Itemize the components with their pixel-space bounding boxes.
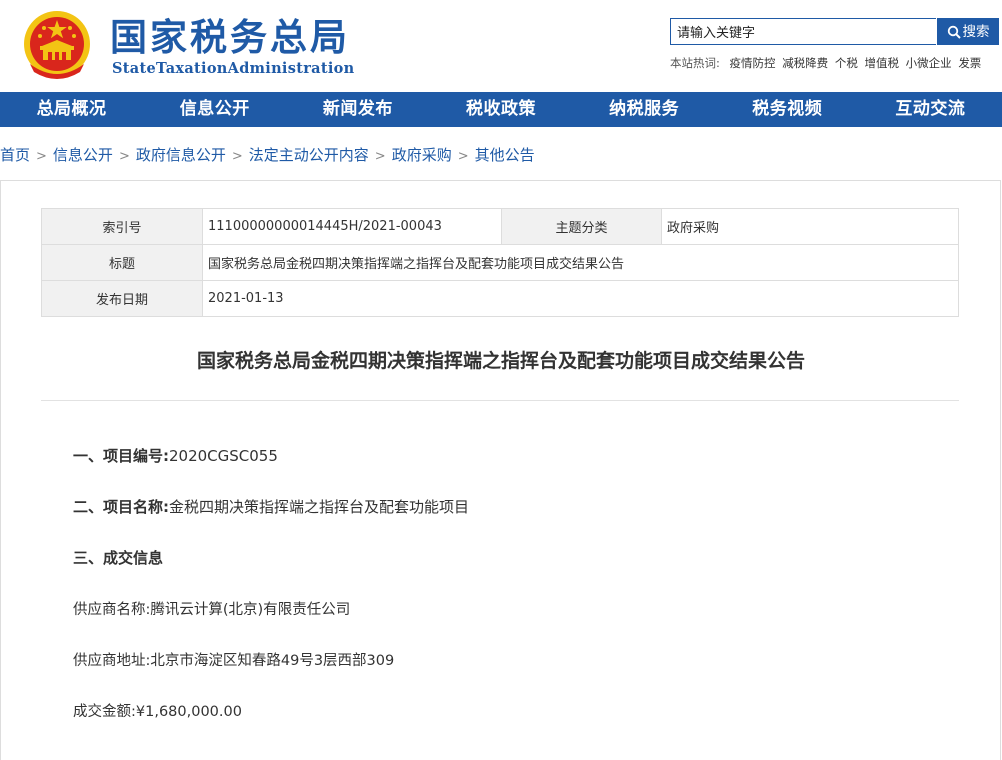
- hot-word-link[interactable]: 小微企业: [906, 56, 952, 70]
- title-value: 国家税务总局金税四期决策指挥端之指挥台及配套功能项目成交结果公告: [202, 244, 959, 281]
- main-nav: 总局概况 信息公开 新闻发布 税收政策 纳税服务 税务视频 互动交流: [0, 92, 1002, 127]
- breadcrumb-separator: >: [118, 149, 130, 164]
- index-value: 11100000000014445H/2021-00043: [202, 208, 502, 245]
- breadcrumb-separator: >: [231, 149, 243, 164]
- breadcrumb-item[interactable]: 政府信息公开: [136, 146, 226, 164]
- nav-item-policy[interactable]: 税收政策: [429, 92, 572, 127]
- index-label: 索引号: [41, 208, 203, 245]
- nav-item-disclosure[interactable]: 信息公开: [143, 92, 286, 127]
- date-label: 发布日期: [41, 280, 203, 317]
- site-header: 国家税务总局 StateTaxationAdministration 搜索 本站…: [0, 0, 1002, 92]
- section-project-number: 一、项目编号:2020CGSC055: [73, 445, 278, 466]
- hot-word-link[interactable]: 发票: [958, 56, 981, 70]
- breadcrumb-item[interactable]: 政府采购: [392, 146, 452, 164]
- search-input[interactable]: [670, 18, 936, 45]
- search-button[interactable]: 搜索: [937, 18, 999, 45]
- search-icon: [947, 25, 961, 39]
- hot-word-link[interactable]: 增值税: [865, 56, 900, 70]
- project-number: 2020CGSC055: [169, 447, 278, 465]
- breadcrumb-item[interactable]: 法定主动公开内容: [249, 146, 369, 164]
- breadcrumb-item[interactable]: 其他公告: [475, 146, 535, 164]
- section-deal-info: 三、成交信息: [73, 547, 163, 568]
- breadcrumb-home[interactable]: 首页: [0, 146, 30, 164]
- table-row: 发布日期 2021-01-13: [41, 280, 959, 317]
- breadcrumb-separator: >: [36, 149, 47, 164]
- section-label: 二、项目名称:: [73, 498, 169, 516]
- nav-item-video[interactable]: 税务视频: [716, 92, 859, 127]
- breadcrumb: 首页 > 信息公开 > 政府信息公开 > 法定主动公开内容 > 政府采购 > 其他公告: [0, 144, 535, 165]
- section-label: 一、项目编号:: [73, 447, 169, 465]
- breadcrumb-separator: >: [457, 149, 469, 164]
- nav-item-interaction[interactable]: 互动交流: [859, 92, 1002, 127]
- supplier-address: 供应商地址:北京市海淀区知春路49号3层西部309: [73, 653, 395, 669]
- nav-item-news[interactable]: 新闻发布: [286, 92, 429, 127]
- hot-word-link[interactable]: 个税: [835, 56, 858, 70]
- section-project-name: 二、项目名称:金税四期决策指挥端之指挥台及配套功能项目: [73, 496, 469, 517]
- nav-item-service[interactable]: 纳税服务: [573, 92, 716, 127]
- topic-value: 政府采购: [661, 208, 959, 245]
- supplier-name: 供应商名称:腾讯云计算(北京)有限责任公司: [73, 602, 351, 618]
- section-label: 三、成交信息: [73, 549, 164, 567]
- deal-amount: 成交金额:¥1,680,000.00: [73, 704, 242, 720]
- breadcrumb-item[interactable]: 信息公开: [53, 146, 113, 164]
- project-name: 金税四期决策指挥端之指挥台及配套功能项目: [169, 498, 470, 516]
- national-emblem-icon: [24, 11, 90, 79]
- breadcrumb-separator: >: [374, 149, 386, 164]
- title-divider: [41, 400, 959, 401]
- date-value: 2021-01-13: [202, 280, 959, 317]
- table-row: 标题 国家税务总局金税四期决策指挥端之指挥台及配套功能项目成交结果公告: [41, 244, 959, 281]
- hot-words-label: 本站热词:: [670, 56, 720, 70]
- site-subtitle: StateTaxationAdministration: [112, 60, 355, 77]
- table-row: 索引号 11100000000014445H/2021-00043 主题分类 政…: [41, 208, 959, 245]
- title-label: 标题: [41, 244, 203, 281]
- metadata-table: 索引号 11100000000014445H/2021-00043 主题分类 政…: [41, 208, 959, 317]
- site-title[interactable]: 国家税务总局: [110, 14, 350, 62]
- search-button-label: 搜索: [962, 24, 990, 39]
- hot-word-link[interactable]: 疫情防控: [730, 56, 776, 70]
- hot-words: 本站热词: 疫情防控 减税降费 个税 增值税 小微企业 发票: [670, 55, 984, 71]
- nav-item-overview[interactable]: 总局概况: [0, 92, 143, 127]
- hot-word-link[interactable]: 减税降费: [782, 56, 828, 70]
- topic-label: 主题分类: [501, 208, 662, 245]
- article-title: 国家税务总局金税四期决策指挥端之指挥台及配套功能项目成交结果公告: [196, 350, 805, 372]
